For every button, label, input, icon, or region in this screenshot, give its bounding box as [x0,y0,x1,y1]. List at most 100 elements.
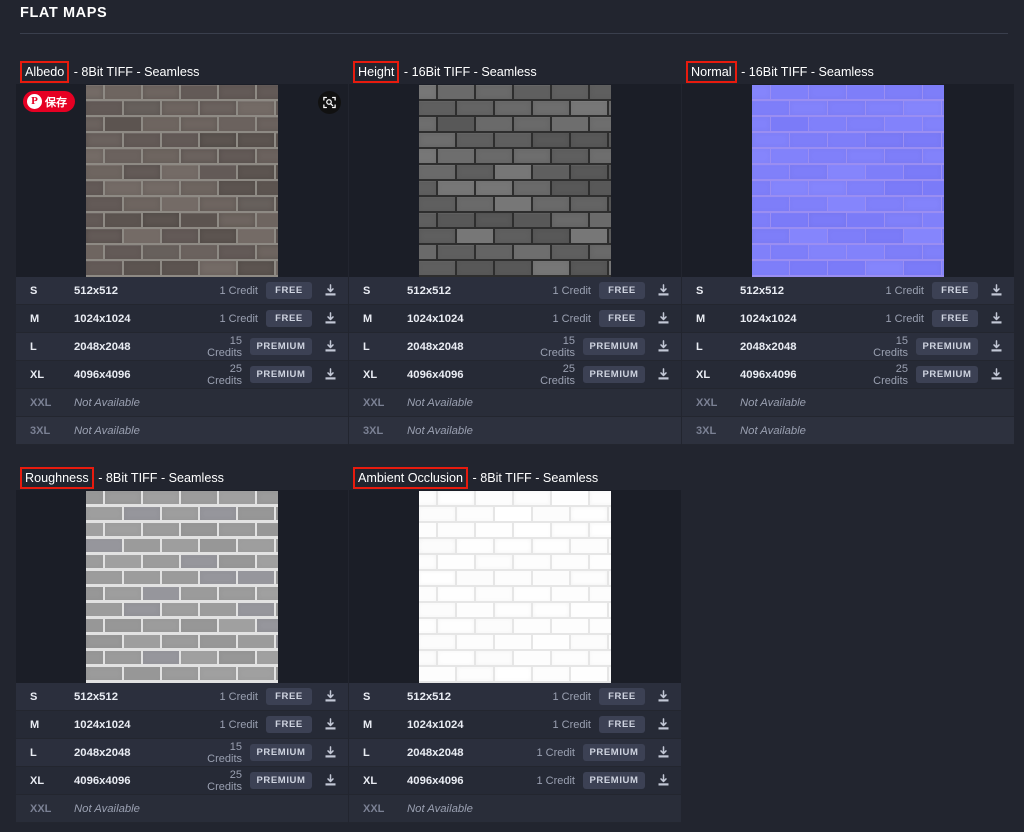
resolution-label: 512x512 [740,284,784,297]
table-row[interactable]: XL 4096x4096 25 Credits PREMIUM [16,767,348,795]
table-row[interactable]: S 512x512 1 Credit FREE [349,277,681,305]
download-icon[interactable] [312,689,348,704]
download-icon[interactable] [312,339,348,354]
texture-preview-roughness[interactable] [16,490,348,683]
not-available-label: Not Available [407,802,473,815]
download-icon[interactable] [978,339,1014,354]
premium-badge: PREMIUM [583,338,645,355]
table-row[interactable]: M 1024x1024 1 Credit FREE [349,305,681,333]
table-row[interactable]: XL 4096x4096 25 Credits PREMIUM [349,361,681,389]
premium-badge: PREMIUM [583,772,645,789]
download-icon[interactable] [312,367,348,382]
table-row[interactable]: M 1024x1024 1 Credit FREE [16,305,348,333]
resolution-label: 2048x2048 [74,340,131,353]
resolution-label: 1024x1024 [407,312,464,325]
download-icon[interactable] [645,311,681,326]
texture-preview-height[interactable] [349,84,681,277]
size-label: XXL [30,802,52,815]
download-icon[interactable] [312,283,348,298]
table-row: 3XL Not Available [349,417,681,445]
resolution-label: 1024x1024 [74,312,131,325]
premium-badge: PREMIUM [583,744,645,761]
table-row[interactable]: M 1024x1024 1 Credit FREE [682,305,1014,333]
premium-badge: PREMIUM [250,772,312,789]
size-label: XL [696,368,711,381]
size-label: 3XL [30,424,51,437]
download-icon[interactable] [978,311,1014,326]
texture-preview-normal[interactable] [682,84,1014,277]
premium-badge: PREMIUM [916,366,978,383]
download-icon[interactable] [978,367,1014,382]
size-label: XL [363,774,378,787]
visual-search-icon[interactable] [318,91,341,114]
credit-cost: 1 Credit [219,284,258,297]
resolution-label: 4096x4096 [74,774,131,787]
download-icon[interactable] [312,717,348,732]
table-row[interactable]: S 512x512 1 Credit FREE [349,683,681,711]
download-options-table-normal: S 512x512 1 Credit FREE M 1024x1024 1 Credit FR… [682,277,1014,445]
map-card-title-albedo: Albedo - 8Bit TIFF - Seamless [16,60,348,84]
table-row[interactable]: S 512x512 1 Credit FREE [16,277,348,305]
download-icon[interactable] [312,773,348,788]
table-row: 3XL Not Available [16,417,348,445]
resolution-label: 4096x4096 [407,774,464,787]
table-row[interactable]: L 2048x2048 15 Credits PREMIUM [682,333,1014,361]
table-row[interactable]: L 2048x2048 15 Credits PREMIUM [16,333,348,361]
free-badge: FREE [932,282,978,299]
table-row[interactable]: M 1024x1024 1 Credit FREE [16,711,348,739]
size-label: XXL [30,396,52,409]
download-icon[interactable] [645,689,681,704]
download-icon[interactable] [645,367,681,382]
download-icon[interactable] [645,339,681,354]
table-row: 3XL Not Available [682,417,1014,445]
resolution-label: 4096x4096 [74,368,131,381]
resolution-label: 2048x2048 [407,746,464,759]
table-row[interactable]: S 512x512 1 Credit FREE [16,683,348,711]
download-icon[interactable] [645,283,681,298]
size-label: M [696,312,706,325]
table-row[interactable]: M 1024x1024 1 Credit FREE [349,711,681,739]
size-label: XL [30,368,45,381]
resolution-label: 4096x4096 [407,368,464,381]
not-available-label: Not Available [407,396,473,409]
size-label: 3XL [696,424,717,437]
credit-cost: 1 Credit [219,718,258,731]
download-icon[interactable] [645,717,681,732]
pinterest-save-button[interactable]: P 保存 [23,91,75,112]
credit-cost: 25 Credits [540,362,575,387]
table-row[interactable]: L 2048x2048 1 Credit PREMIUM [349,739,681,767]
texture-preview-ambient-occlusion[interactable] [349,490,681,683]
table-row[interactable]: XL 4096x4096 1 Credit PREMIUM [349,767,681,795]
resolution-label: 512x512 [407,690,451,703]
table-row[interactable]: S 512x512 1 Credit FREE [682,277,1014,305]
size-label: XXL [363,802,385,815]
highlight-annotation-normal: Normal [686,61,737,83]
credit-cost: 1 Credit [219,690,258,703]
resolution-label: 1024x1024 [740,312,797,325]
title-divider [20,33,1008,34]
not-available-label: Not Available [407,424,473,437]
resolution-label: 512x512 [74,284,118,297]
table-row[interactable]: XL 4096x4096 25 Credits PREMIUM [16,361,348,389]
table-row[interactable]: L 2048x2048 15 Credits PREMIUM [16,739,348,767]
size-label: M [363,718,373,731]
table-row[interactable]: XL 4096x4096 25 Credits PREMIUM [682,361,1014,389]
table-row: XXL Not Available [349,389,681,417]
free-badge: FREE [599,716,645,733]
table-row[interactable]: L 2048x2048 15 Credits PREMIUM [349,333,681,361]
download-icon[interactable] [645,773,681,788]
download-icon[interactable] [312,311,348,326]
free-badge: FREE [266,282,312,299]
map-card-subtitle-ambient-occlusion: - 8Bit TIFF - Seamless [469,471,599,485]
download-icon[interactable] [978,283,1014,298]
map-card-subtitle-albedo: - 8Bit TIFF - Seamless [70,65,200,79]
download-icon[interactable] [645,745,681,760]
texture-preview-albedo[interactable]: P 保存 [16,84,348,277]
free-badge: FREE [266,310,312,327]
download-options-table-albedo: S 512x512 1 Credit FREE M 1024x1024 1 Credit FR… [16,277,348,445]
credit-cost: 25 Credits [873,362,908,387]
resolution-label: 2048x2048 [740,340,797,353]
download-icon[interactable] [312,745,348,760]
page-title: FLAT MAPS [20,5,108,21]
highlight-annotation-albedo: Albedo [20,61,70,83]
